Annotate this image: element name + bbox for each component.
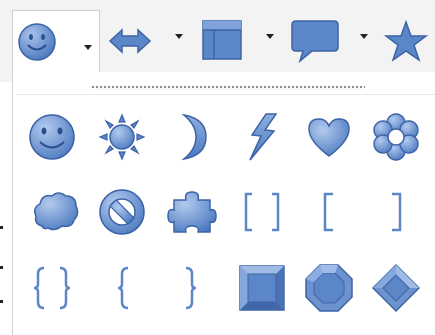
star-icon[interactable] xyxy=(383,20,429,64)
double-bracket-shape[interactable] xyxy=(236,186,288,238)
smiley-shapes-button[interactable] xyxy=(12,10,100,73)
arrow-dropdown-icon[interactable] xyxy=(175,34,183,39)
square-bevel-shape[interactable] xyxy=(236,262,288,314)
cloud-shape[interactable] xyxy=(30,186,82,238)
callout-icon[interactable] xyxy=(290,19,340,63)
flowchart-icon[interactable] xyxy=(201,19,243,61)
border-marker xyxy=(0,300,3,303)
right-bracket-shape[interactable] xyxy=(370,186,422,238)
prohibited-symbol-shape[interactable] xyxy=(96,186,148,238)
smiley-face-shape[interactable] xyxy=(26,111,78,163)
callout-dropdown-icon[interactable] xyxy=(360,34,368,39)
double-brace-shape[interactable] xyxy=(26,262,78,314)
divider xyxy=(17,94,435,95)
flowchart-dropdown-icon[interactable] xyxy=(266,34,274,39)
flower-shape[interactable] xyxy=(370,111,422,163)
drag-handle[interactable] xyxy=(91,85,365,90)
double-arrow-icon[interactable] xyxy=(108,26,152,56)
heart-shape[interactable] xyxy=(303,111,355,163)
sun-shape[interactable] xyxy=(96,111,148,163)
border-marker xyxy=(0,226,3,229)
smiley-dropdown-icon[interactable] xyxy=(84,45,92,50)
symbol-shapes-toolbar xyxy=(0,0,435,82)
smiley-icon xyxy=(18,23,56,61)
octagon-bevel-shape[interactable] xyxy=(303,262,355,314)
moon-shape[interactable] xyxy=(166,111,218,163)
lightning-bolt-shape[interactable] xyxy=(236,111,288,163)
left-brace-shape[interactable] xyxy=(96,262,148,314)
diamond-bevel-shape[interactable] xyxy=(370,262,422,314)
border-marker xyxy=(0,266,3,269)
puzzle-piece-shape[interactable] xyxy=(166,186,218,238)
left-bracket-shape[interactable] xyxy=(303,186,355,238)
right-brace-shape[interactable] xyxy=(166,262,218,314)
